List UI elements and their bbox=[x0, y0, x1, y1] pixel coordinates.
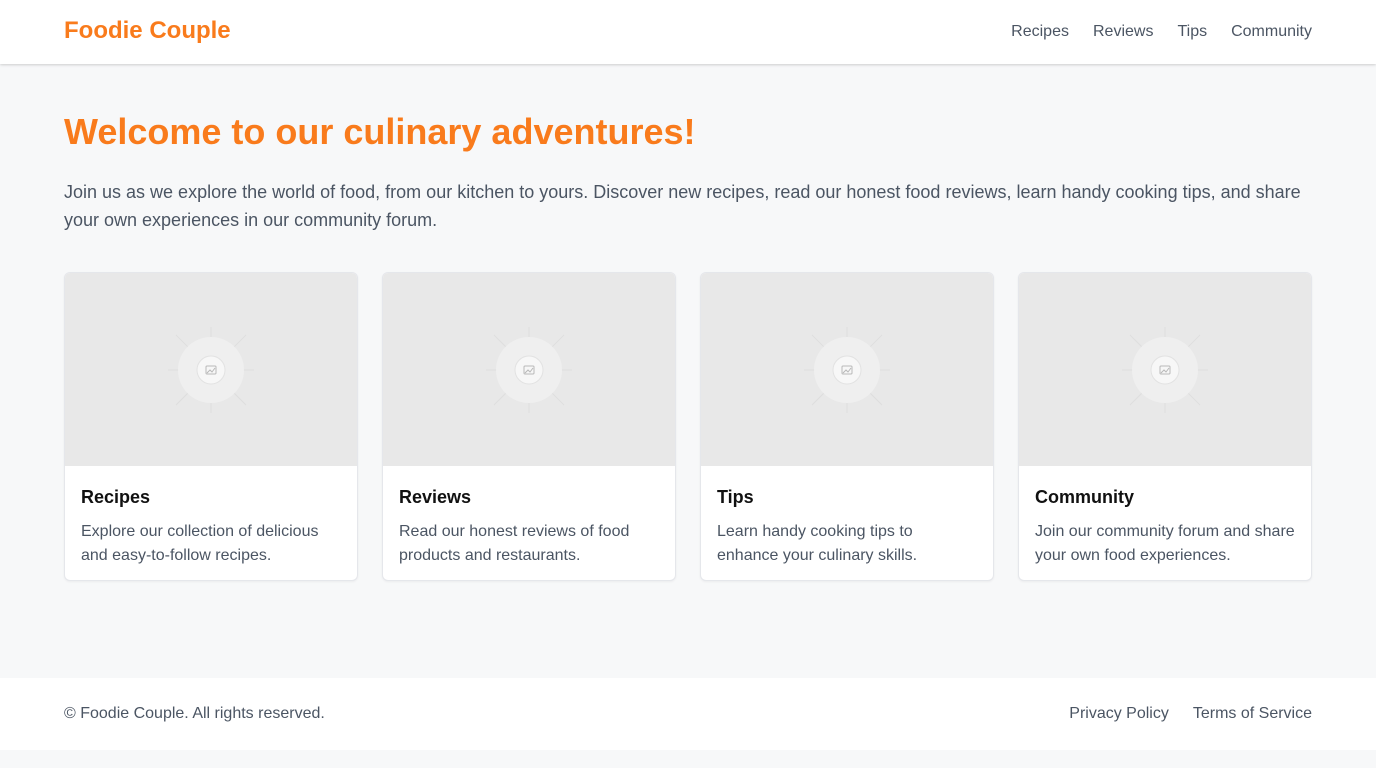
hero-title: Welcome to our culinary adventures! bbox=[64, 111, 696, 152]
card-title: Tips bbox=[717, 487, 754, 507]
privacy-policy-link[interactable]: Privacy Policy bbox=[1069, 704, 1169, 724]
main-nav: Recipes Reviews Tips Community bbox=[1011, 22, 1312, 42]
site-logo[interactable]: Foodie Couple bbox=[64, 17, 231, 45]
main-content: Welcome to our culinary adventures! Join… bbox=[64, 64, 1312, 581]
nav-item-tips[interactable]: Tips bbox=[1177, 22, 1207, 42]
image-placeholder-icon bbox=[804, 326, 890, 413]
card-description: Explore our collection of delicious and … bbox=[81, 523, 319, 564]
card-image bbox=[383, 273, 675, 466]
footer-links: Privacy Policy Terms of Service bbox=[1069, 704, 1312, 724]
card-description: Join our community forum and share your … bbox=[1035, 523, 1295, 564]
card-image bbox=[1019, 273, 1311, 466]
card-title: Reviews bbox=[399, 487, 472, 507]
card-description: Read our honest reviews of food products… bbox=[399, 523, 630, 564]
card-body: Tips Learn handy cooking tips to enhance… bbox=[701, 466, 993, 580]
card-image bbox=[65, 273, 357, 466]
card-body: Reviews Read our honest reviews of food … bbox=[383, 466, 675, 580]
image-placeholder-icon bbox=[486, 326, 572, 413]
nav-item-community[interactable]: Community bbox=[1231, 22, 1312, 42]
feature-cards: Recipes Explore our collection of delici… bbox=[64, 272, 1312, 581]
card-title: Community bbox=[1035, 487, 1134, 507]
card-title: Recipes bbox=[81, 487, 151, 507]
site-header: Foodie Couple Recipes Reviews Tips Commu… bbox=[0, 0, 1376, 64]
card-description: Learn handy cooking tips to enhance your… bbox=[717, 523, 918, 564]
card-recipes[interactable]: Recipes Explore our collection of delici… bbox=[64, 272, 358, 581]
site-footer: © Foodie Couple. All rights reserved. Pr… bbox=[0, 678, 1376, 750]
image-placeholder-icon bbox=[168, 326, 254, 413]
terms-of-service-link[interactable]: Terms of Service bbox=[1193, 704, 1312, 724]
card-body: Recipes Explore our collection of delici… bbox=[65, 466, 357, 580]
nav-item-reviews[interactable]: Reviews bbox=[1093, 22, 1153, 42]
card-image bbox=[701, 273, 993, 466]
card-community[interactable]: Community Join our community forum and s… bbox=[1018, 272, 1312, 581]
nav-item-recipes[interactable]: Recipes bbox=[1011, 22, 1069, 42]
card-body: Community Join our community forum and s… bbox=[1019, 466, 1311, 580]
copyright-text: © Foodie Couple. All rights reserved. bbox=[64, 705, 325, 722]
image-placeholder-icon bbox=[1122, 326, 1208, 413]
card-tips[interactable]: Tips Learn handy cooking tips to enhance… bbox=[700, 272, 994, 581]
hero-text: Join us as we explore the world of food,… bbox=[64, 182, 1301, 230]
card-reviews[interactable]: Reviews Read our honest reviews of food … bbox=[382, 272, 676, 581]
